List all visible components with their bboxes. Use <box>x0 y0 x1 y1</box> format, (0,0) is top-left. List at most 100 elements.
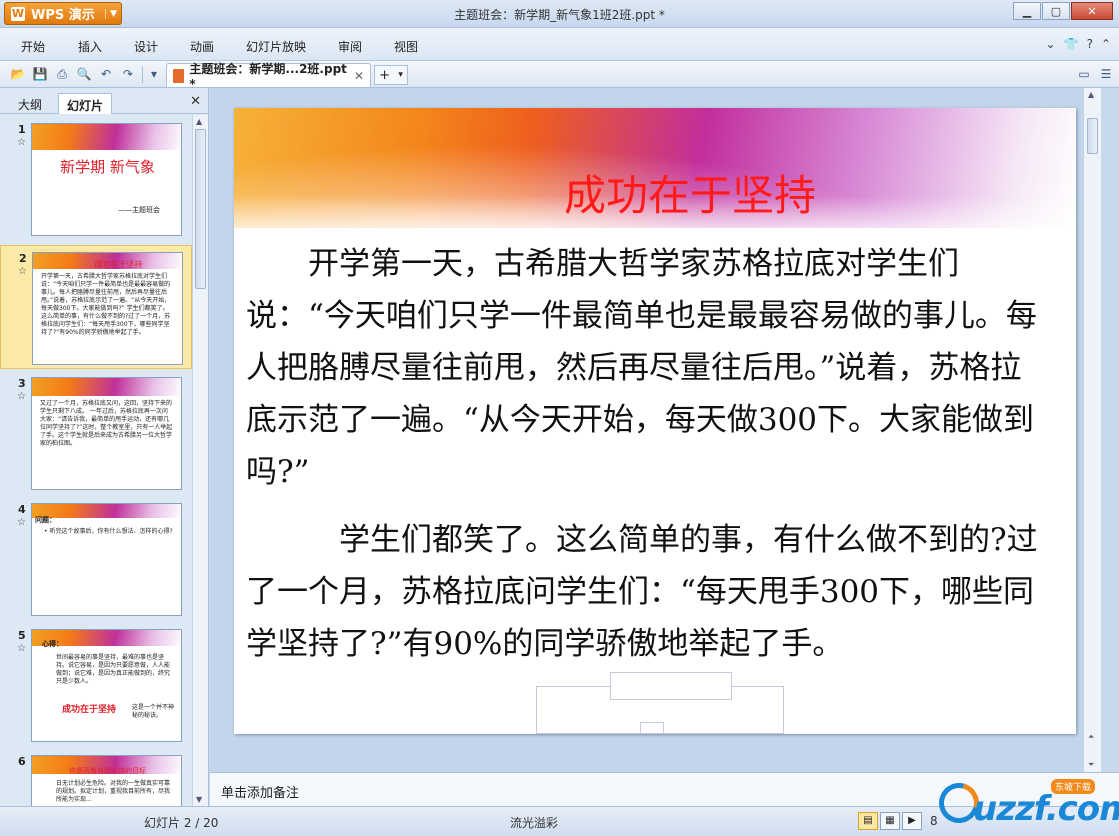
undo-icon[interactable]: ↶ <box>98 66 114 82</box>
view-switcher: ▤ ▦ ▶ <box>858 812 922 830</box>
help-icon[interactable]: ? <box>1087 37 1093 51</box>
watermark-badge: 东坡下载 <box>1051 779 1096 794</box>
slide-thumbnail-1[interactable]: 1 ☆ 新学期 新气象 ——主题班会 <box>0 117 192 241</box>
customize-dropdown-icon[interactable]: ▾ <box>146 66 162 82</box>
thumbnail-body: 开学第一天，古希腊大哲学家苏格拉底对学生们说：“今天咱们只学一件最简单也是最最容… <box>41 273 171 336</box>
thumbnail-label: 心得： <box>42 640 63 648</box>
skin-icon[interactable]: 👕 <box>1064 37 1079 51</box>
thumbnail-image: 心得： 世间最容易的事是坚持，最难的事也是坚持。说它容易，是因为只要愿意做，人人… <box>31 629 182 742</box>
menu-insert[interactable]: 插入 <box>78 38 102 55</box>
normal-view-icon[interactable]: ▤ <box>858 812 878 830</box>
thumbnail-body: 日无计划必生危险。对我的一生做真实可靠的规划。拟定计划，重视我目前所有，尽我所能… <box>56 780 171 803</box>
slide-editor: 成功在于坚持 开学第一天，古希腊大哲学家苏格拉底对学生们说：“今天咱们只学一件最… <box>210 88 1101 772</box>
tab-outline[interactable]: 大纲 <box>10 93 50 114</box>
window-controls: ▁ ▢ ✕ <box>1013 2 1113 20</box>
chevron-down-icon[interactable]: ⌄ <box>1046 37 1056 51</box>
plus-icon: + <box>379 67 391 83</box>
slide-thumbnail-3[interactable]: 3 ☆ 又过了一个月，苏格拉底又问，这回，坚持下来的学生只剩下八成。 一年过后，… <box>0 371 192 495</box>
resize-handle[interactable] <box>640 722 664 734</box>
print-preview-icon[interactable]: 🔍 <box>76 66 92 82</box>
thumbnail-title: 你是否有自我坚持的目标 <box>69 767 146 775</box>
list-layout-icon[interactable]: ☰ <box>1098 66 1114 82</box>
thumbnail-subtitle: ——主题班会 <box>118 206 160 214</box>
chevron-down-icon[interactable]: ▾ <box>398 70 403 80</box>
print-icon[interactable]: ⎙ <box>54 66 70 82</box>
animation-star-icon: ☆ <box>17 137 26 148</box>
thumbnail-body: 又过了一个月，苏格拉底又问，这回，坚持下来的学生只剩下八成。 一年过后，苏格拉底… <box>40 400 173 447</box>
menu-design[interactable]: 设计 <box>134 38 158 55</box>
open-folder-icon[interactable]: 📂 <box>10 66 26 82</box>
notes-placeholder[interactable]: 单击添加备注 <box>221 782 299 801</box>
scrollbar-thumb[interactable] <box>1087 118 1098 154</box>
next-slide-icon[interactable]: ⏷ <box>1088 760 1094 770</box>
menu-slideshow[interactable]: 幻灯片放映 <box>246 38 306 55</box>
thumbnail-image: 问题： • 听完这个故事后，你有什么想法、怎样的心得? <box>31 503 182 616</box>
thumbnail-body: 世间最容易的事是坚持，最难的事也是坚持。说它容易，是因为只要愿意做，人人能做到；… <box>56 654 171 685</box>
slide-sorter-icon[interactable]: ▦ <box>880 812 900 830</box>
scroll-down-icon[interactable]: ▼ <box>196 795 202 804</box>
menu-right-icons: ⌄ 👕 ? ⌃ <box>1046 37 1111 51</box>
new-tab-button[interactable]: + ▾ <box>374 65 408 85</box>
paragraph-2: 学生们都笑了。这么简单的事，有什么做不到的?过了一个月，苏格拉底问学生们：“每天… <box>246 522 1038 662</box>
slide-number: 1 <box>18 123 26 136</box>
menu-view[interactable]: 视图 <box>394 38 418 55</box>
panel-tabs: 大纲 幻灯片 ✕ <box>0 88 209 114</box>
slide-thumbnail-2[interactable]: 2 ☆ 成功在于坚持 开学第一天，古希腊大哲学家苏格拉底对学生们说：“今天咱们只… <box>0 245 192 369</box>
thumbnail-title: 成功在于坚持 <box>94 260 143 269</box>
previous-slide-icon[interactable]: ⏶ <box>1088 732 1094 742</box>
document-tab[interactable]: 主题班会：新学期...2班.ppt * ✕ <box>166 62 371 91</box>
slideshow-icon[interactable]: ▶ <box>902 812 922 830</box>
thumbnail-list: 1 ☆ 新学期 新气象 ——主题班会 2 ☆ 成功在于坚持 开学第一天，古希腊大… <box>0 115 192 806</box>
thumbnail-title: 新学期 新气象 <box>60 158 155 176</box>
thumbnail-highlight: 成功在于坚持 <box>62 705 117 715</box>
slide-thumbnail-5[interactable]: 5 ☆ 心得： 世间最容易的事是坚持，最难的事也是坚持。说它容易，是因为只要愿意… <box>0 623 192 747</box>
theme-name: 流光溢彩 <box>510 816 559 830</box>
thumbnail-label: 问题： <box>35 516 56 524</box>
slide-thumbnail-6[interactable]: 6 你是否有自我坚持的目标 日无计划必生危险。对我的一生做真实可靠的规划。拟定计… <box>0 749 192 806</box>
animation-star-icon: ☆ <box>18 266 27 277</box>
window-title: 主题班会：新学期_新气象1班2班.ppt * <box>454 8 665 22</box>
ribbon-collapse-icon[interactable]: ⌃ <box>1101 37 1111 51</box>
toolbar-divider <box>142 66 143 83</box>
scroll-up-icon[interactable]: ▲ <box>196 117 202 126</box>
close-window-button[interactable]: ✕ <box>1071 2 1113 20</box>
redo-icon[interactable]: ↷ <box>120 66 136 82</box>
menu-home[interactable]: 开始 <box>21 38 45 55</box>
window-switch-icon[interactable]: ▭ <box>1076 66 1092 82</box>
thumbnail-banner <box>32 124 181 150</box>
slide-thumbnail-4[interactable]: 4 ☆ 问题： • 听完这个故事后，你有什么想法、怎样的心得? <box>0 497 192 621</box>
status-bar: 幻灯片 2 / 20 流光溢彩 ▤ ▦ ▶ 8 uzzf.com 东坡下载 <box>0 775 1119 836</box>
current-slide[interactable]: 成功在于坚持 开学第一天，古希腊大哲学家苏格拉底对学生们说：“今天咱们只学一件最… <box>234 108 1076 734</box>
document-tab-label: 主题班会：新学期...2班.ppt * <box>189 62 347 91</box>
minimize-button[interactable]: ▁ <box>1013 2 1041 20</box>
animation-star-icon: ☆ <box>17 517 26 528</box>
slide-title[interactable]: 成功在于坚持 <box>234 162 1076 223</box>
save-icon[interactable]: 💾 <box>32 66 48 82</box>
empty-textbox[interactable] <box>610 672 732 700</box>
scroll-up-icon[interactable]: ▲ <box>1088 90 1094 99</box>
menu-review[interactable]: 审阅 <box>338 38 362 55</box>
thumbnail-image: 成功在于坚持 开学第一天，古希腊大哲学家苏格拉底对学生们说：“今天咱们只学一件最… <box>32 252 183 365</box>
close-panel-icon[interactable]: ✕ <box>190 94 201 109</box>
slide-scrollbar[interactable]: ▲ ⏶ ⏷ <box>1083 88 1101 772</box>
slide-navigation-panel: 大纲 幻灯片 ✕ 1 ☆ 新学期 新气象 ——主题班会 2 ☆ 成功在于坚持 开… <box>0 88 209 806</box>
slide-number: 3 <box>18 377 26 390</box>
thumbnail-image: 新学期 新气象 ——主题班会 <box>31 123 182 236</box>
paragraph-1: 开学第一天，古希腊大哲学家苏格拉底对学生们说：“今天咱们只学一件最简单也是最最容… <box>246 246 1037 490</box>
slide-counter: 幻灯片 2 / 20 <box>144 816 219 830</box>
thumbnail-image: 你是否有自我坚持的目标 日无计划必生危险。对我的一生做真实可靠的规划。拟定计划，… <box>31 755 182 806</box>
animation-star-icon: ☆ <box>17 391 26 402</box>
slide-body-text[interactable]: 开学第一天，古希腊大哲学家苏格拉底对学生们说：“今天咱们只学一件最简单也是最最容… <box>246 238 1046 670</box>
ppt-file-icon <box>173 68 185 83</box>
menu-animation[interactable]: 动画 <box>190 38 214 55</box>
thumbnail-tail: 这是一个并不神秘的秘诀。 <box>132 704 175 719</box>
menu-bar: 开始 插入 设计 动画 幻灯片放映 审阅 视图 ⌄ 👕 ? ⌃ <box>0 28 1119 61</box>
maximize-button[interactable]: ▢ <box>1042 2 1070 20</box>
slide-number: 2 <box>19 252 27 265</box>
scrollbar-thumb[interactable] <box>195 129 206 289</box>
tab-slides[interactable]: 幻灯片 <box>58 93 113 114</box>
thumbnail-scrollbar[interactable]: ▲ ▼ <box>192 115 208 806</box>
thumbnail-image: 又过了一个月，苏格拉底又问，这回，坚持下来的学生只剩下八成。 一年过后，苏格拉底… <box>31 377 182 490</box>
thumbnail-body: • 听完这个故事后，你有什么想法、怎样的心得? <box>44 528 173 535</box>
close-tab-icon[interactable]: ✕ <box>354 69 364 83</box>
